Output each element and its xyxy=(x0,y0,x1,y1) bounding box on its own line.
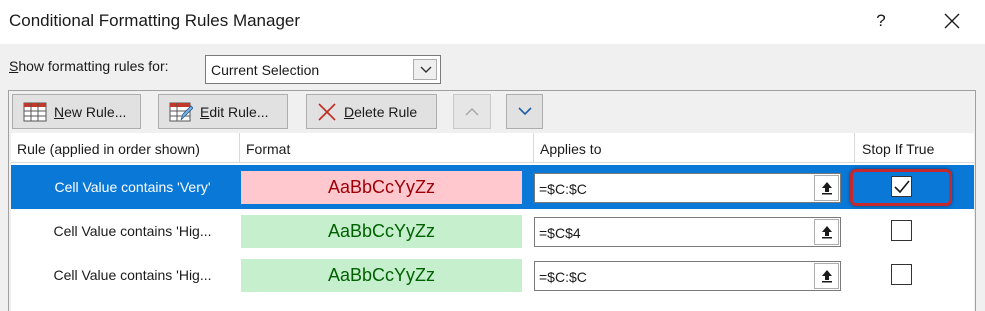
label-text: how formatting rules for: xyxy=(18,58,169,74)
dropdown-value: Current Selection xyxy=(211,62,320,78)
delete-x-icon xyxy=(318,102,336,121)
title-bar: Conditional Formatting Rules Manager ? xyxy=(0,0,985,44)
rules-table: Rule (applied in order shown) Format App… xyxy=(11,133,974,311)
close-button[interactable] xyxy=(933,4,971,38)
new-rule-button[interactable]: New Rule... xyxy=(12,94,141,129)
stop-if-true-checkbox[interactable] xyxy=(891,264,912,285)
highlight-annotation xyxy=(850,169,952,206)
chevron-down-icon xyxy=(420,66,432,73)
rule-row[interactable]: Cell Value contains 'Hig... AaBbCcYyZz =… xyxy=(11,209,974,253)
collapse-range-button[interactable] xyxy=(814,175,839,201)
applies-to-value: =$C:$C xyxy=(539,269,587,285)
rule-description: Cell Value contains 'Very' xyxy=(54,179,211,195)
collapse-range-button[interactable] xyxy=(814,219,839,245)
edit-rule-label: Edit Rule... xyxy=(200,103,269,120)
delete-rule-label: Delete Rule xyxy=(344,103,418,120)
rule-description: Cell Value contains 'Hig... xyxy=(53,267,212,283)
accel-key: S xyxy=(9,58,19,74)
help-button[interactable]: ? xyxy=(862,4,900,38)
stop-if-true-checkbox[interactable] xyxy=(891,220,912,241)
applies-to-field[interactable]: =$C:$C xyxy=(534,261,841,291)
dialog-title: Conditional Formatting Rules Manager xyxy=(9,11,301,30)
delete-rule-button[interactable]: Delete Rule xyxy=(306,94,437,129)
chevron-up-icon xyxy=(465,107,479,116)
new-rule-label: New Rule... xyxy=(54,103,127,120)
applies-to-field[interactable]: =$C:$C xyxy=(534,173,841,203)
column-header-applies-to[interactable]: Applies to xyxy=(534,133,855,163)
chevron-down-icon xyxy=(517,107,532,116)
move-up-button[interactable] xyxy=(453,94,491,129)
rule-row-selected[interactable]: Cell Value contains 'Very' AaBbCcYyZz =$… xyxy=(11,165,974,209)
column-header-format[interactable]: Format xyxy=(240,133,534,163)
rule-description: Cell Value contains 'Hig... xyxy=(53,223,212,239)
edit-rule-button[interactable]: Edit Rule... xyxy=(158,94,288,129)
collapse-range-button[interactable] xyxy=(814,263,839,289)
column-header-stop-if-true[interactable]: Stop If True xyxy=(855,133,974,163)
edit-rule-icon xyxy=(169,102,193,121)
rule-row[interactable]: Cell Value contains 'Hig... AaBbCcYyZz =… xyxy=(11,253,974,297)
move-down-button[interactable] xyxy=(506,94,543,129)
show-rules-label: Show formatting rules for: xyxy=(9,58,169,74)
new-rule-icon xyxy=(23,102,47,121)
format-preview: AaBbCcYyZz xyxy=(241,215,522,248)
show-rules-dropdown[interactable]: Current Selection xyxy=(205,55,441,84)
range-select-icon xyxy=(822,270,832,283)
applies-to-value: =$C:$C xyxy=(539,181,587,197)
column-header-rule[interactable]: Rule (applied in order shown) xyxy=(11,133,240,163)
range-select-icon xyxy=(822,226,832,239)
format-preview: AaBbCcYyZz xyxy=(241,171,522,204)
applies-to-field[interactable]: =$C$4 xyxy=(534,217,841,247)
applies-to-value: =$C$4 xyxy=(539,225,581,241)
range-select-icon xyxy=(822,182,832,195)
format-preview: AaBbCcYyZz xyxy=(241,259,522,292)
dropdown-button[interactable] xyxy=(413,59,437,80)
close-icon xyxy=(944,13,960,29)
